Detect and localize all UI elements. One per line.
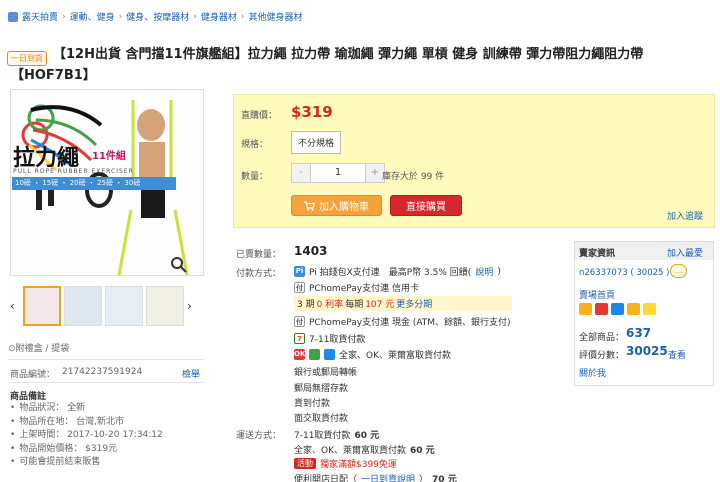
breadcrumb-other[interactable]: 其他健身器材 <box>249 10 303 23</box>
breadcrumb-fitness-massage[interactable]: 健身、按摩器材 <box>126 10 189 23</box>
payment-pi: Pi Pi 拍錢包X支付連 最高P幣 3.5% 回饋(說明) <box>294 265 501 278</box>
buy-now-button[interactable]: 直接購買 <box>390 195 462 216</box>
payment-bank: 銀行或郵局轉帳 <box>294 368 358 378</box>
seller-id[interactable]: n26337073 ( 30025 ) <box>579 268 669 278</box>
store-home-link[interactable]: 賣場首頁 <box>579 288 615 301</box>
thumbnail-strip: ‹ › <box>10 283 204 329</box>
payment-pchome-card: 付 PChomePay支付連 信用卡 <box>294 282 419 294</box>
ship-711: 7-11取貨付款 60 元 <box>294 431 380 441</box>
product-title-code: 【HOF7B1】 <box>11 68 96 83</box>
thumbnail[interactable] <box>23 286 61 326</box>
family-mart-icon <box>309 349 320 360</box>
spec-option[interactable]: 不分規格 <box>291 131 342 154</box>
hilife-icon <box>324 349 335 360</box>
price: $319 <box>291 103 333 121</box>
breadcrumb-home[interactable]: 露天拍賣 <box>22 10 58 23</box>
ship-family: 全家、OK、萊爾富取貨付款 60 元 <box>294 446 435 456</box>
price-label: 直購價： <box>241 111 278 121</box>
image-weight-bar: 10磅 ・ 15磅 ・ 20磅 ・ 25磅 ・ 30磅 <box>12 177 176 190</box>
payment-cod: 貨到付款 <box>294 399 331 409</box>
home-icon <box>8 11 18 22</box>
add-to-cart-button[interactable]: 加入購物車 <box>291 195 382 216</box>
note-start-price: 物品開始價格： $319元 <box>10 443 163 457</box>
breadcrumb: 露天拍賣 › 運動、健身 › 健身、按摩器材 › 健身器材 › 其他健身器材 <box>8 10 303 23</box>
qty-minus-button[interactable]: - <box>292 164 310 182</box>
note-location: 物品所在地： 台灣,新北市 <box>10 416 163 430</box>
note-may-end-early: 可能會提前結束販售 <box>10 456 163 470</box>
seller-rating-label: 評價分數： <box>579 351 625 361</box>
pi-info-link[interactable]: 說明 <box>475 265 493 278</box>
zoom-icon[interactable] <box>168 254 190 276</box>
add-to-cart-label: 加入購物車 <box>319 202 369 213</box>
pchome-pay-icon: 付 <box>294 282 305 293</box>
about-me-link[interactable]: 關於我 <box>579 366 606 379</box>
payment-face: 面交取貨付款 <box>294 414 349 424</box>
seven-eleven-icon: 7 <box>294 333 305 344</box>
add-tracking-link[interactable]: 加入追蹤 <box>667 209 703 222</box>
payment-711: 7 7-11取貨付款 <box>294 332 365 345</box>
thumbnail[interactable] <box>146 286 184 326</box>
more-installment-link[interactable]: 更多分期 <box>396 297 432 310</box>
qty-input[interactable]: 1 <box>310 164 366 182</box>
thumbnail[interactable] <box>64 286 102 326</box>
ship-promo: 活動 獨家滿額$399免運 <box>294 457 397 470</box>
installment-info: 3 期 0 利率 每期 107 元 更多分期 <box>294 296 512 311</box>
note-condition: 物品狀況： 全新 <box>10 402 163 416</box>
shield-icon <box>643 303 656 315</box>
payment-pchome-cash: 付 PChomePay支付連 現金 (ATM、餘額、銀行支付) <box>294 316 511 328</box>
sold-count: 1403 <box>294 244 328 258</box>
notes-title: 商品備註 <box>10 392 47 402</box>
payment-post: 郵局無摺存款 <box>294 384 349 394</box>
shipping-label: 運送方式： <box>236 431 282 441</box>
chevron-left-icon[interactable]: ‹ <box>10 299 20 313</box>
cart-icon <box>304 200 315 211</box>
seller-total-label: 全部商品： <box>579 333 625 343</box>
stock-info: 庫存大於 99 件 <box>382 172 445 182</box>
ship-daily: 便利開店日配（ 一日到貨說明） 70 元 <box>294 472 457 482</box>
quantity-stepper: - 1 + <box>291 163 385 183</box>
chat-icon[interactable]: … <box>670 264 687 278</box>
badge-icon <box>579 303 592 315</box>
seller-title: 賣家資訊 <box>579 249 616 259</box>
divider <box>8 359 204 360</box>
note-listed-time: 上架時間： 2017-10-20 17:34:12 <box>10 429 162 443</box>
promo-tag: 活動 <box>294 458 316 469</box>
ok-mart-icon: OK <box>294 349 306 360</box>
divider <box>8 382 204 383</box>
pi-wallet-icon: Pi <box>294 266 305 277</box>
image-subtitle: 11件組 <box>92 151 126 162</box>
breadcrumb-sports[interactable]: 運動、健身 <box>70 10 115 23</box>
view-rating-link[interactable]: 查看 <box>668 348 686 361</box>
notes-list: 物品狀況： 全新 物品所在地： 台灣,新北市 上架時間： 2017-10-20 … <box>10 402 163 470</box>
sold-label: 已賣數量： <box>236 250 282 260</box>
breadcrumb-fitness-equipment[interactable]: 健身器材 <box>201 10 237 23</box>
lock-icon <box>627 303 640 315</box>
chevron-right-icon[interactable]: › <box>187 299 197 313</box>
product-number: 21742237591924 <box>62 367 143 377</box>
seller-rating-score[interactable]: 30025 <box>626 344 668 358</box>
report-link[interactable]: 檢舉 <box>182 367 200 380</box>
pchome-pay-icon: 付 <box>294 316 305 327</box>
gift-box-note: ⊙附禮盒 / 提袋 <box>8 344 70 354</box>
product-number-label: 商品編號： <box>10 370 56 380</box>
payment-label: 付款方式： <box>236 269 282 279</box>
seller-total-count[interactable]: 637 <box>626 326 651 340</box>
payment-family: OK 全家、OK、萊爾富取貨付款 <box>294 349 451 361</box>
mail-icon <box>595 303 608 315</box>
add-favorite-link[interactable]: 加入最愛 <box>667 246 703 259</box>
qty-label: 數量： <box>241 172 269 182</box>
one-day-info-link[interactable]: 一日到貨說明 <box>361 472 415 482</box>
thumbnail[interactable] <box>105 286 143 326</box>
image-english-caption: PULL ROPE RUBBER EXERCISER <box>13 168 134 175</box>
spec-label: 規格： <box>241 140 269 150</box>
verified-icon <box>611 303 624 315</box>
product-title: 【12H出貨 含門擋11件旗艦組】拉力繩 拉力帶 瑜珈繩 彈力繩 單槓 健身 訓… <box>53 47 644 62</box>
seller-badges <box>579 303 656 315</box>
